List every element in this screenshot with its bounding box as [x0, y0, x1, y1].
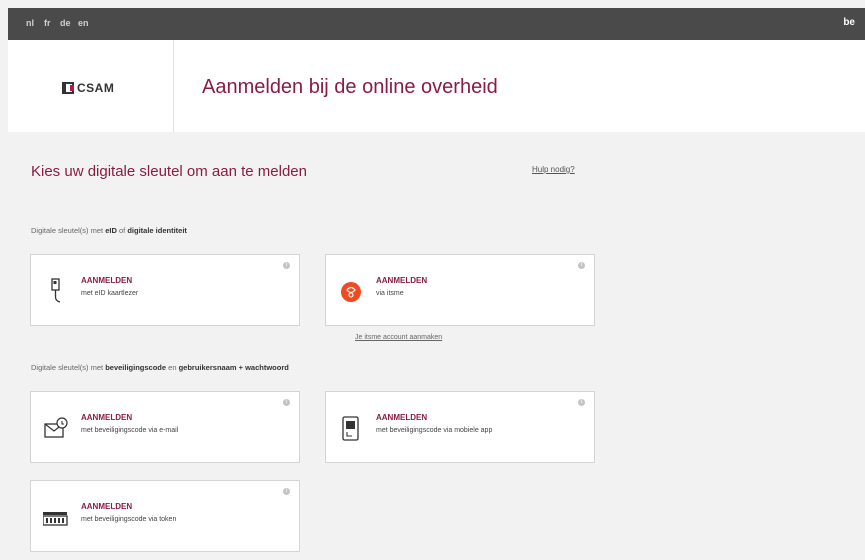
group-label-key: eID [105, 226, 117, 235]
group-label-code: Digitale sleutel(s) met beveiligingscode… [31, 363, 289, 372]
language-de[interactable]: de [60, 18, 71, 28]
card-title: AANMELDEN [376, 413, 428, 422]
group-label-key: beveiligingscode [105, 363, 167, 372]
card-title: AANMELDEN [376, 276, 428, 285]
token-icon [43, 512, 68, 526]
email-icon [44, 417, 68, 438]
login-card-email[interactable]: i AANMELDEN met beveiligingscode via e-m… [30, 391, 300, 463]
language-en[interactable]: en [78, 18, 89, 28]
info-icon[interactable]: i [283, 262, 290, 269]
section-title: Kies uw digitale sleutel om aan te melde… [31, 163, 307, 180]
logo-text: CSAM [77, 81, 115, 95]
card-subtitle: met beveiligingscode via token [81, 516, 177, 523]
itsme-icon [341, 282, 361, 302]
csam-logo[interactable]: CSAM [62, 81, 114, 95]
info-icon[interactable]: i [578, 399, 585, 406]
group-label-middle: en [168, 363, 177, 372]
help-link[interactable]: Hulp nodig? [532, 165, 575, 174]
top-bar: nl fr de en be [8, 8, 865, 40]
info-icon[interactable]: i [283, 399, 290, 406]
header: CSAM Aanmelden bij de online overheid [8, 40, 865, 132]
card-subtitle: met beveiligingscode via e-mail [81, 427, 179, 434]
login-card-mobile-app[interactable]: i AANMELDEN met beveiligingscode via mob… [325, 391, 595, 463]
language-nl[interactable]: nl [26, 18, 34, 28]
login-card-itsme[interactable]: i AANMELDEN via itsme [325, 254, 595, 326]
card-title: AANMELDEN [81, 413, 133, 422]
group-label-eid: Digitale sleutel(s) met eID of digitale … [31, 226, 187, 235]
group-label-middle: of [118, 226, 126, 235]
header-divider [173, 40, 174, 132]
itsme-account-link[interactable]: Je itsme account aanmaken [355, 334, 442, 341]
language-fr[interactable]: fr [44, 18, 51, 28]
card-subtitle: met eID kaartlezer [81, 290, 139, 297]
group-label-key: gebruikersnaam + wachtwoord [178, 363, 289, 372]
mobile-app-icon [342, 416, 359, 441]
page-title: Aanmelden bij de online overheid [202, 76, 498, 98]
card-title: AANMELDEN [81, 276, 133, 285]
info-icon[interactable]: i [283, 488, 290, 495]
login-card-eid[interactable]: i AANMELDEN met eID kaartlezer [30, 254, 300, 326]
group-label-prefix: Digitale sleutel(s) met [31, 226, 104, 235]
info-icon[interactable]: i [578, 262, 585, 269]
card-reader-icon [51, 278, 61, 303]
login-card-token[interactable]: i AANMELDEN met beveiligingscode via tok… [30, 480, 300, 552]
country-code: be [843, 17, 855, 28]
card-subtitle: via itsme [376, 290, 404, 297]
card-subtitle: met beveiligingscode via mobiele app [376, 427, 493, 434]
card-title: AANMELDEN [81, 502, 133, 511]
csam-mark-icon [62, 82, 74, 94]
group-label-prefix: Digitale sleutel(s) met [31, 363, 104, 372]
group-label-key: digitale identiteit [127, 226, 187, 235]
